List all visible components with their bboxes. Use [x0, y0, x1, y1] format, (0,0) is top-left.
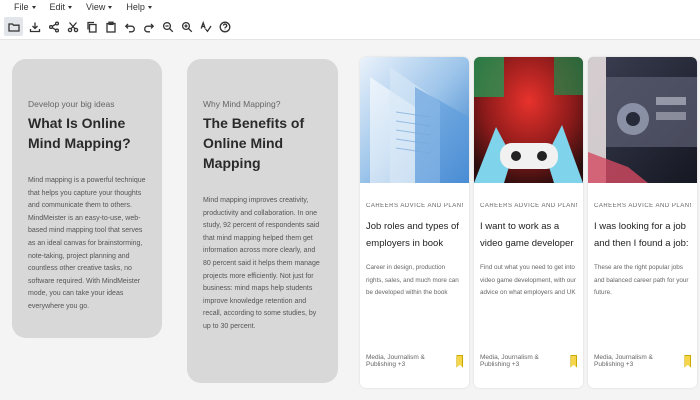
article-card[interactable]: CAREERS ADVICE AND PLANNING I was lookin… — [588, 57, 697, 388]
menu-help-label: Help — [126, 2, 145, 12]
undo-button[interactable] — [120, 17, 139, 36]
spellcheck-button[interactable] — [196, 17, 215, 36]
chevron-down-icon — [68, 6, 73, 9]
cut-icon — [67, 21, 78, 32]
article-image-equipment — [588, 57, 697, 183]
content-area: Develop your big ideas What Is Online Mi… — [0, 41, 700, 400]
equipment-illustration — [588, 57, 697, 183]
article-footer: Media, Journalism & Publishing +3 — [366, 354, 463, 368]
folder-icon — [7, 22, 20, 32]
chevron-down-icon — [108, 6, 113, 9]
help-button[interactable] — [215, 17, 234, 36]
share-icon — [48, 20, 59, 33]
article-author: Media, Journalism & Publishing +3 — [366, 354, 425, 368]
article-title[interactable]: I was looking for a job and then I found… — [594, 218, 691, 252]
article-blurb: Career in design, production rights, sal… — [366, 264, 459, 296]
help-icon — [219, 21, 230, 32]
download-button[interactable] — [25, 17, 44, 36]
menu-view-label: View — [86, 2, 106, 12]
cut-button[interactable] — [63, 17, 82, 36]
article-blurb: These are the right popular jobs and bal… — [594, 264, 689, 296]
panel-body: Mind mapping is a powerful technique tha… — [28, 177, 146, 310]
copy-icon — [86, 21, 97, 33]
bookmark-icon[interactable] — [456, 354, 463, 368]
toolbar — [0, 14, 700, 40]
panel-kicker: Why Mind Mapping? — [203, 99, 281, 109]
copy-button[interactable] — [82, 17, 101, 36]
zoom-in-button[interactable] — [177, 17, 196, 36]
share-button[interactable] — [44, 17, 63, 36]
chevron-down-icon — [147, 6, 152, 9]
article-card[interactable]: CAREERS ADVICE AND PLANNING Job roles an… — [360, 57, 469, 388]
menu-view[interactable]: View — [86, 2, 113, 12]
article-category: CAREERS ADVICE AND PLANNING — [594, 203, 691, 209]
bookmark-icon[interactable] — [570, 354, 577, 368]
article-category: CAREERS ADVICE AND PLANNING — [480, 203, 577, 209]
download-icon — [29, 22, 40, 32]
zoom-out-button[interactable] — [158, 17, 177, 36]
article-image-game-controller — [474, 57, 583, 183]
book-pages-illustration — [360, 57, 469, 183]
article-blurb: Find out what you need to get into video… — [480, 264, 576, 296]
menu-file[interactable]: File — [14, 2, 36, 12]
menu-bar: File Edit View Help — [0, 0, 700, 14]
paste-icon — [105, 21, 116, 33]
panel-body: Mind mapping improves creativity, produc… — [203, 197, 320, 330]
menu-help[interactable]: Help — [126, 2, 152, 12]
article-title[interactable]: I want to work as a video game developer… — [480, 218, 577, 252]
article-category: CAREERS ADVICE AND PLANNING — [366, 203, 463, 209]
game-controller-illustration — [474, 57, 583, 183]
menu-file-label: File — [14, 2, 29, 12]
undo-icon — [124, 23, 135, 32]
panel-kicker: Develop your big ideas — [28, 99, 115, 109]
menu-edit-label: Edit — [49, 2, 66, 12]
menu-edit[interactable]: Edit — [50, 2, 73, 12]
article-footer: Media, Journalism & Publishing +3 — [480, 354, 577, 368]
paste-button[interactable] — [101, 17, 120, 36]
article-title[interactable]: Job roles and types of employers in book… — [366, 218, 463, 252]
article-footer: Media, Journalism & Publishing +3 — [594, 354, 691, 368]
panel-title: What Is Online Mind Mapping? — [28, 115, 131, 151]
article-author: Media, Journalism & Publishing +3 — [480, 354, 539, 368]
open-folder-button[interactable] — [4, 17, 23, 36]
info-panel-benefits: Why Mind Mapping? The Benefits of Online… — [187, 59, 338, 383]
redo-icon — [143, 23, 154, 32]
panel-title: The Benefits of Online Mind Mapping — [203, 115, 305, 171]
spellcheck-icon — [200, 20, 212, 32]
bookmark-icon[interactable] — [684, 354, 691, 368]
article-image-book-pages — [360, 57, 469, 183]
zoom-in-icon — [181, 21, 192, 32]
zoom-out-icon — [162, 21, 173, 32]
info-panel-mind-mapping: Develop your big ideas What Is Online Mi… — [12, 59, 162, 338]
article-card[interactable]: CAREERS ADVICE AND PLANNING I want to wo… — [474, 57, 583, 388]
redo-button[interactable] — [139, 17, 158, 36]
chevron-down-icon — [31, 6, 36, 9]
article-author: Media, Journalism & Publishing +3 — [594, 354, 653, 368]
